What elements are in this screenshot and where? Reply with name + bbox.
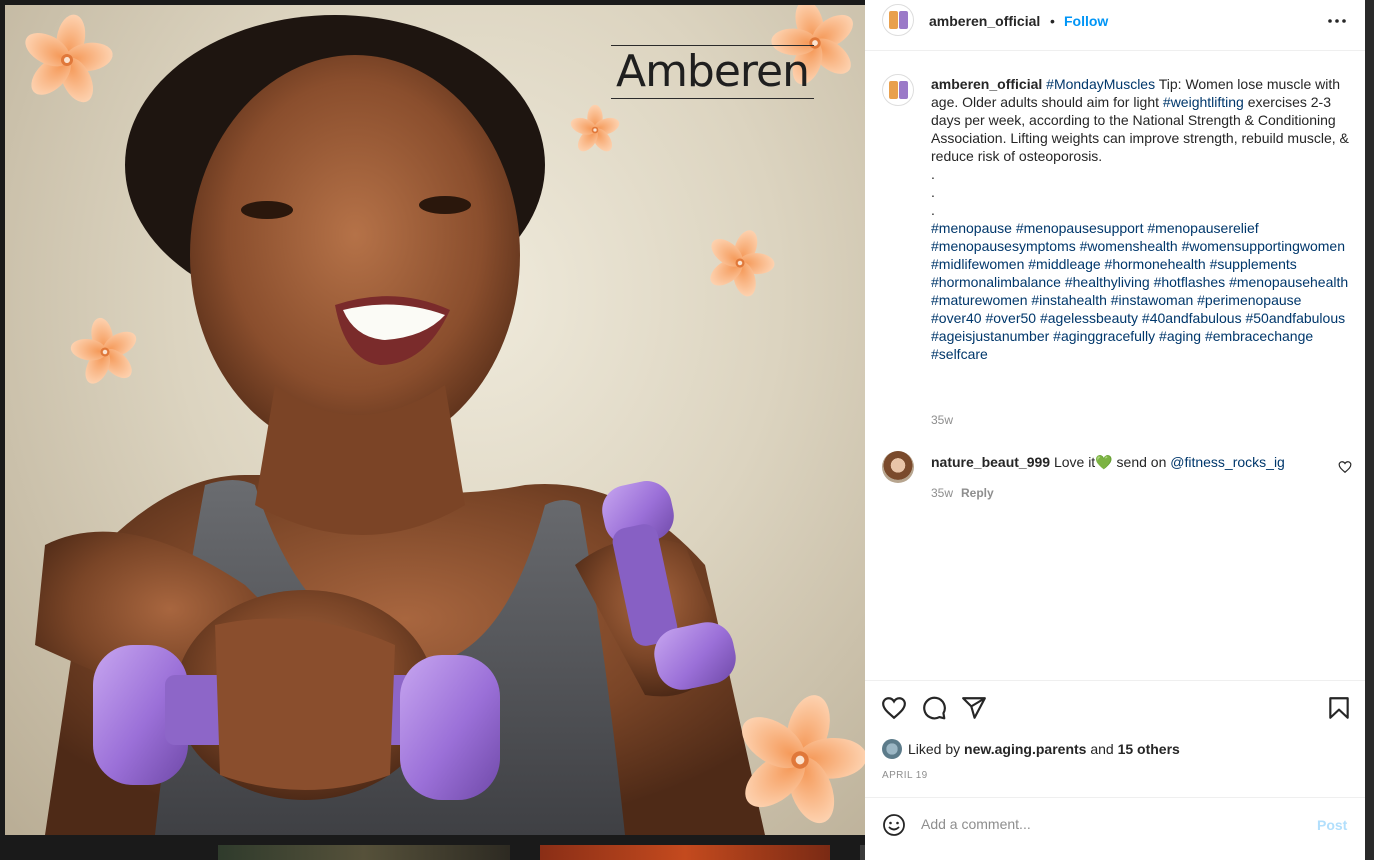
post-image-illustration (11, 5, 865, 835)
separator-dot: • (1050, 13, 1055, 29)
comment-text: nature_beaut_999 Love it💚 send on @fitne… (931, 454, 1331, 471)
emoji-icon[interactable] (882, 813, 906, 837)
caption-spacer-dot: . (931, 166, 935, 182)
page-scroll-edge (1365, 0, 1374, 860)
post-side-panel: amberen_official • Follow amberen_offici… (865, 0, 1365, 860)
commenter-username[interactable]: nature_beaut_999 (931, 454, 1050, 470)
caption-text: amberen_official #MondayMuscles Tip: Wom… (931, 75, 1351, 363)
comment-body: Love it (1050, 454, 1096, 470)
comment-input[interactable] (921, 816, 1291, 832)
post-actions: Liked by new.aging.parents and 15 others… (865, 680, 1365, 797)
post-header: amberen_official • Follow (865, 0, 1365, 51)
comment-body: send on (1112, 454, 1171, 470)
avatar-product-box (899, 11, 908, 29)
author-username[interactable]: amberen_official (929, 13, 1040, 29)
avatar-product-box (899, 81, 908, 99)
hashtag-list[interactable]: #menopause #menopausesupport #menopauser… (931, 220, 1348, 362)
comment-icon[interactable] (921, 695, 947, 721)
brand-wordmark: Amberen (615, 46, 810, 97)
brand-logo: Amberen (605, 45, 820, 99)
grid-thumbnail[interactable] (540, 845, 830, 860)
green-heart-emoji: 💚 (1095, 454, 1113, 470)
reply-button[interactable]: Reply (961, 486, 994, 500)
heart-icon[interactable] (881, 695, 907, 721)
mention-link[interactable]: @fitness_rocks_ig (1170, 454, 1285, 470)
avatar-product-box (889, 11, 898, 29)
more-horizontal-icon[interactable] (1325, 11, 1349, 31)
likes-middle: and (1086, 741, 1118, 757)
logo-rule-bottom (611, 98, 814, 99)
avatar-product-box (889, 81, 898, 99)
comment-item: nature_beaut_999 Love it💚 send on @fitne… (865, 450, 1365, 510)
grid-thumbnail[interactable] (218, 845, 510, 860)
commenter-avatar[interactable] (882, 451, 914, 483)
caption-author-avatar[interactable] (882, 74, 914, 106)
post-image[interactable]: Amberen (5, 5, 865, 835)
likes-summary: Liked by new.aging.parents and 15 others (882, 739, 1180, 759)
liker-avatar[interactable] (882, 739, 902, 759)
add-comment-bar: Post (865, 797, 1365, 853)
bookmark-icon[interactable] (1326, 695, 1352, 721)
author-avatar[interactable] (882, 4, 914, 36)
small-heart-icon[interactable] (1338, 460, 1352, 474)
caption-spacer-dot: . (931, 184, 935, 200)
hashtag-link[interactable]: #MondayMuscles (1046, 76, 1155, 92)
hashtag-link[interactable]: #weightlifting (1163, 94, 1244, 110)
liker-username[interactable]: new.aging.parents (964, 741, 1086, 757)
likes-others-link[interactable]: 15 others (1118, 741, 1180, 757)
caption-username[interactable]: amberen_official (931, 76, 1042, 92)
comment-timestamp[interactable]: 35w (931, 486, 953, 500)
post-comment-button[interactable]: Post (1317, 817, 1347, 833)
likes-prefix: Liked by (908, 741, 965, 757)
comment-meta: 35w Reply (931, 486, 994, 500)
share-icon[interactable] (961, 695, 987, 721)
follow-button[interactable]: Follow (1064, 13, 1108, 29)
caption-timestamp[interactable]: 35w (931, 413, 953, 427)
post-date[interactable]: APRIL 19 (882, 770, 928, 781)
caption-spacer-dot: . (931, 202, 935, 218)
